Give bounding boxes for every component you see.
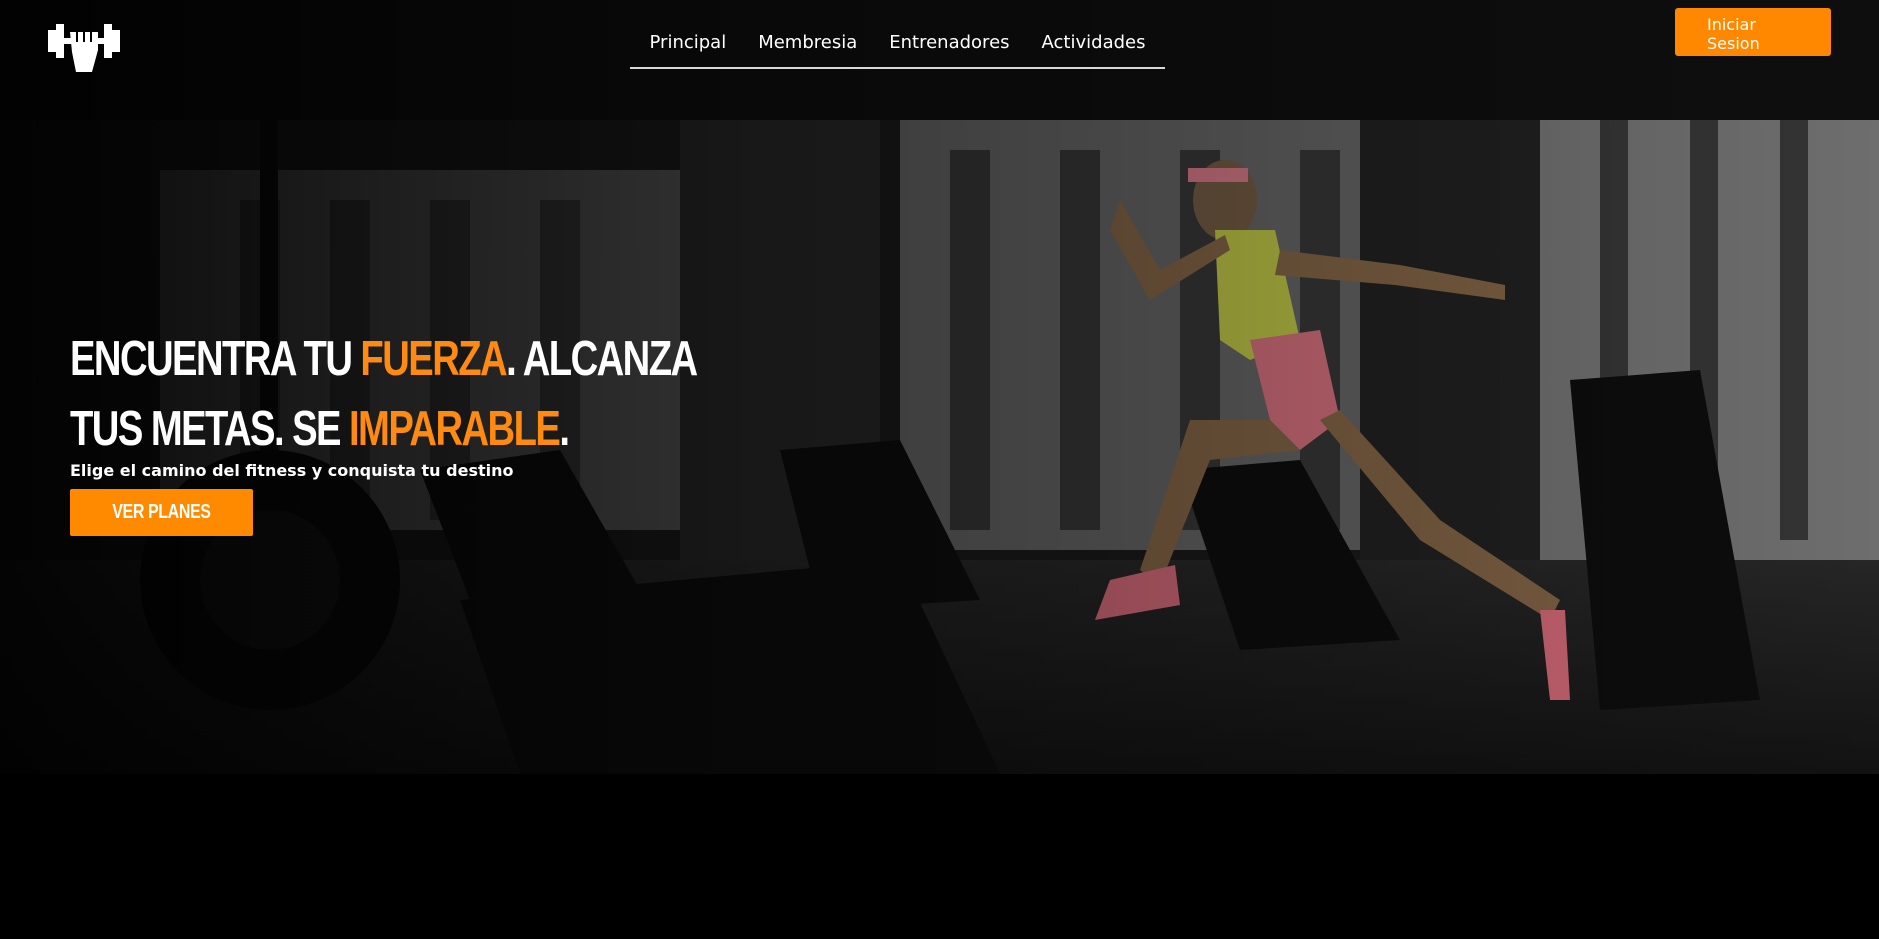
ver-planes-label: VER PLANES: [112, 501, 211, 523]
login-button-line2: Sesion: [1707, 34, 1760, 53]
hero-subtitle: Elige el camino del fitness y conquista …: [70, 461, 514, 480]
hero-headline: ENCUENTRA TU FUERZA. ALCANZA TUS METAS. …: [70, 324, 698, 464]
nav-link-principal[interactable]: Principal: [650, 32, 727, 67]
main-nav: Principal Membresia Entrenadores Activid…: [630, 20, 1165, 69]
headline-highlight-imparable: IMPARABLE: [348, 402, 561, 456]
login-button-line1: Iniciar: [1707, 15, 1756, 34]
headline-text: ENCUENTRA TU: [70, 332, 361, 386]
nav-link-actividades[interactable]: Actividades: [1042, 32, 1146, 67]
login-button[interactable]: Iniciar Sesion: [1675, 8, 1831, 56]
headline-highlight-fuerza: FUERZA: [360, 332, 507, 386]
ver-planes-button[interactable]: VER PLANES: [70, 489, 253, 536]
nav-link-entrenadores[interactable]: Entrenadores: [889, 32, 1009, 67]
headline-text: TUS METAS. SE: [70, 402, 349, 456]
nav-link-membresia[interactable]: Membresia: [758, 32, 857, 67]
headline-text: .: [559, 402, 570, 456]
headline-line-1: ENCUENTRA TU FUERZA. ALCANZA: [70, 324, 698, 394]
headline-line-2: TUS METAS. SE IMPARABLE.: [70, 394, 570, 464]
hero-section: Principal Membresia Entrenadores Activid…: [0, 0, 1879, 774]
dumbbell-fist-icon[interactable]: [46, 10, 122, 72]
headline-text: . ALCANZA: [506, 332, 698, 386]
